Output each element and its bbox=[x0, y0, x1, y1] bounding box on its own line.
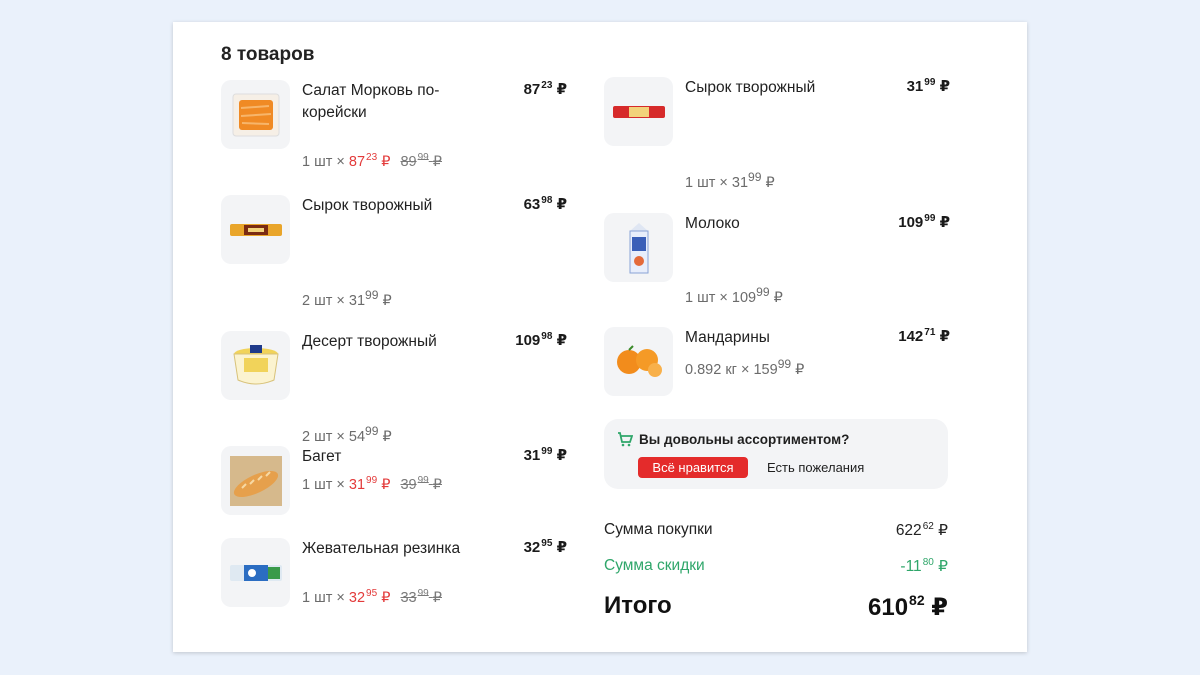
have-wishes-button[interactable]: Есть пожелания bbox=[767, 457, 864, 478]
old-price: 8999 ₽ bbox=[400, 152, 442, 170]
item-name: Мандарины bbox=[685, 329, 770, 346]
grand-total-label: Итого bbox=[604, 592, 672, 619]
discount-price: 3199 ₽ bbox=[348, 475, 391, 493]
discount-sum-label: Сумма скидки bbox=[604, 557, 705, 574]
list-item[interactable]: Молоко 10999 ₽ 1 шт × 10999 ₽ bbox=[604, 213, 950, 306]
receipt-card: 8 товаров Салат Морковь по-корейски 8723… bbox=[173, 22, 1027, 652]
items-count-title: 8 товаров bbox=[221, 44, 315, 65]
chewing-gum-image bbox=[221, 538, 290, 607]
item-qty-line: 2 шт × 5499 ₽ bbox=[302, 424, 392, 445]
old-price: 3399 ₽ bbox=[400, 588, 442, 606]
grand-total-row: Итого 61082 ₽ bbox=[604, 592, 948, 626]
purchase-sum-label: Сумма покупки bbox=[604, 521, 713, 538]
curd-dessert-cup-image bbox=[221, 331, 290, 400]
item-name: Сырок творожный bbox=[685, 79, 816, 96]
unit-price: 3199 ₽ bbox=[348, 288, 392, 309]
old-price: 3999 ₽ bbox=[400, 475, 442, 493]
item-total: 3199 ₽ bbox=[906, 77, 950, 95]
item-qty-line: 2 шт × 3199 ₽ bbox=[302, 288, 392, 309]
list-item[interactable]: Десерт творожный 10998 ₽ 2 шт × 5499 ₽ bbox=[221, 331, 567, 446]
item-qty-line: 1 шт × 3199 ₽ 3999 ₽ bbox=[302, 475, 442, 493]
grand-total-value: 61082 ₽ bbox=[868, 592, 948, 621]
unit-price: 15999 ₽ bbox=[753, 357, 805, 378]
item-qty-line: 1 шт × 10999 ₽ bbox=[685, 285, 783, 306]
item-total: 8723 ₽ bbox=[523, 80, 567, 98]
list-item[interactable]: Сырок творожный 6398 ₽ 2 шт × 3199 ₽ bbox=[221, 195, 567, 310]
discount-price: 8723 ₽ bbox=[348, 152, 391, 170]
item-total: 14271 ₽ bbox=[898, 327, 950, 345]
item-name: Багет bbox=[302, 448, 342, 465]
cheese-bar-image bbox=[221, 195, 290, 264]
unit-price: 5499 ₽ bbox=[348, 424, 392, 445]
item-name: Молоко bbox=[685, 215, 740, 232]
discount-price: 3295 ₽ bbox=[348, 588, 391, 606]
survey-question: Вы довольны ассортиментом? bbox=[639, 432, 850, 447]
assortment-survey: Вы довольны ассортиментом? Всё нравится … bbox=[604, 419, 948, 489]
list-item[interactable]: Мандарины 14271 ₽ 0.892 кг × 15999 ₽ bbox=[604, 327, 950, 397]
list-item[interactable]: Багет 3199 ₽ 1 шт × 3199 ₽ 3999 ₽ bbox=[221, 446, 567, 516]
item-name: Сырок творожный bbox=[302, 197, 433, 214]
item-qty-line: 0.892 кг × 15999 ₽ bbox=[685, 357, 805, 378]
item-name: Жевательная резинка bbox=[302, 540, 461, 557]
carrot-salad-image bbox=[221, 80, 290, 149]
cart-icon bbox=[618, 432, 633, 447]
purchase-sum-row: Сумма покупки 62262 ₽ bbox=[604, 521, 948, 543]
item-total: 6398 ₽ bbox=[523, 195, 567, 213]
list-item[interactable]: Салат Морковь по-корейски 8723 ₽ 1 шт × … bbox=[221, 80, 567, 175]
item-name: Салат Морковь по-корейски bbox=[302, 82, 440, 121]
item-qty-line: 1 шт × 3199 ₽ bbox=[685, 170, 775, 191]
milk-carton-image bbox=[604, 213, 673, 282]
item-qty-line: 1 шт × 8723 ₽ 8999 ₽ bbox=[302, 152, 442, 170]
cheese-bar-image bbox=[604, 77, 673, 146]
list-item[interactable]: Сырок творожный 3199 ₽ 1 шт × 3199 ₽ bbox=[604, 77, 950, 191]
item-total: 3295 ₽ bbox=[523, 538, 567, 556]
tangerines-image bbox=[604, 327, 673, 396]
baguette-image bbox=[221, 446, 290, 515]
item-total: 3199 ₽ bbox=[523, 446, 567, 464]
list-item[interactable]: Жевательная резинка 3295 ₽ 1 шт × 3295 ₽… bbox=[221, 538, 567, 608]
like-all-button[interactable]: Всё нравится bbox=[638, 457, 748, 478]
item-total: 10998 ₽ bbox=[515, 331, 567, 349]
unit-price: 3199 ₽ bbox=[731, 170, 775, 191]
item-name: Десерт творожный bbox=[302, 333, 437, 350]
unit-price: 10999 ₽ bbox=[731, 285, 783, 306]
item-total: 10999 ₽ bbox=[898, 213, 950, 231]
discount-sum-value: -1180 ₽ bbox=[900, 557, 948, 575]
item-qty-line: 1 шт × 3295 ₽ 3399 ₽ bbox=[302, 588, 442, 606]
discount-sum-row: Сумма скидки -1180 ₽ bbox=[604, 557, 948, 579]
purchase-sum-value: 62262 ₽ bbox=[895, 521, 948, 539]
